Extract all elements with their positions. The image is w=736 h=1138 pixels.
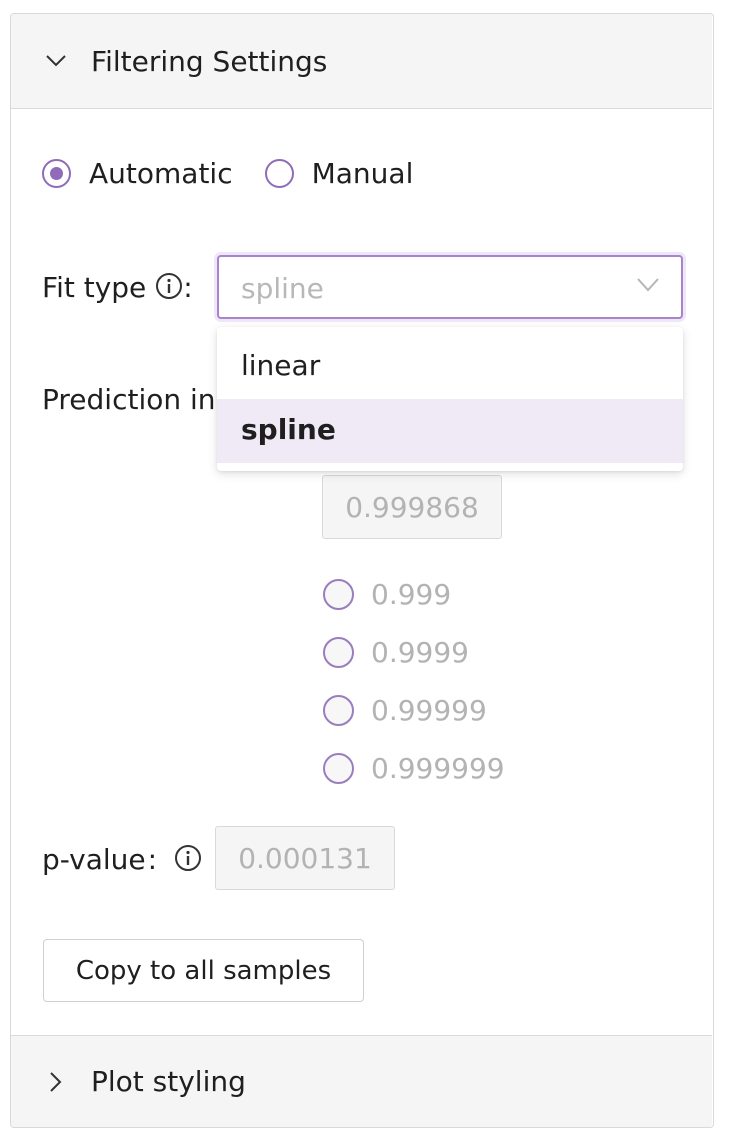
prediction-interval-option-label: 0.999 [371, 577, 452, 611]
chevron-down-icon [637, 277, 659, 296]
radio-unchecked-icon [323, 694, 354, 726]
fit-type-dropdown-menu: linear spline [217, 327, 683, 471]
dropdown-option-label: spline [241, 413, 336, 446]
info-icon[interactable] [155, 272, 183, 307]
fit-type-colon: : [183, 271, 193, 304]
radio-unchecked-icon [323, 636, 354, 668]
plot-styling-header[interactable]: Plot styling [11, 1035, 712, 1127]
mode-automatic-label: Automatic [89, 157, 233, 190]
dropdown-option-label: linear [241, 349, 321, 382]
prediction-interval-option-label: 0.9999 [371, 635, 469, 669]
p-value-label-group: p-value: [42, 843, 202, 879]
plot-styling-title: Plot styling [91, 1065, 246, 1098]
p-value-field[interactable]: 0.000131 [215, 826, 395, 890]
info-icon[interactable] [174, 844, 202, 879]
prediction-interval-label: Prediction in [42, 383, 216, 416]
prediction-interval-radio-group: 0.999 0.9999 0.99999 0.999999 [323, 566, 505, 798]
filtering-settings-title: Filtering Settings [91, 44, 328, 78]
dropdown-option-spline[interactable]: spline [217, 399, 683, 463]
filtering-settings-header[interactable]: Filtering Settings [11, 14, 712, 109]
p-value-label: p-value [42, 843, 146, 876]
fit-type-label: Fit type [42, 271, 147, 304]
prediction-interval-option-label: 0.99999 [371, 693, 487, 727]
chevron-down-icon [45, 50, 67, 72]
radio-unchecked-icon [323, 578, 354, 610]
radio-unchecked-icon [323, 752, 354, 784]
dropdown-option-linear[interactable]: linear [217, 335, 683, 399]
mode-manual-radio[interactable]: Manual [264, 157, 414, 190]
prediction-interval-option[interactable]: 0.999 [323, 564, 505, 624]
prediction-interval-option[interactable]: 0.9999 [323, 622, 505, 682]
settings-panel: Filtering Settings Automatic Manual Fit … [10, 13, 714, 1128]
chevron-right-icon [45, 1071, 67, 1093]
prediction-interval-option[interactable]: 0.99999 [323, 680, 505, 740]
mode-radio-group: Automatic Manual [42, 157, 445, 190]
p-value-colon: : [147, 843, 158, 876]
fit-type-select-value: spline [241, 272, 324, 305]
mode-manual-label: Manual [311, 157, 414, 190]
fit-type-label-group: Fit type : [42, 271, 193, 307]
copy-to-all-samples-button[interactable]: Copy to all samples [43, 939, 364, 1002]
fit-type-select[interactable]: spline [217, 255, 683, 319]
mode-automatic-radio[interactable]: Automatic [42, 157, 233, 190]
radio-checked-icon [42, 159, 71, 188]
prediction-interval-option[interactable]: 0.999999 [323, 738, 505, 798]
prediction-interval-option-label: 0.999999 [371, 751, 505, 785]
prediction-interval-value-field[interactable]: 0.999868 [322, 475, 502, 539]
radio-unchecked-icon [264, 159, 294, 188]
